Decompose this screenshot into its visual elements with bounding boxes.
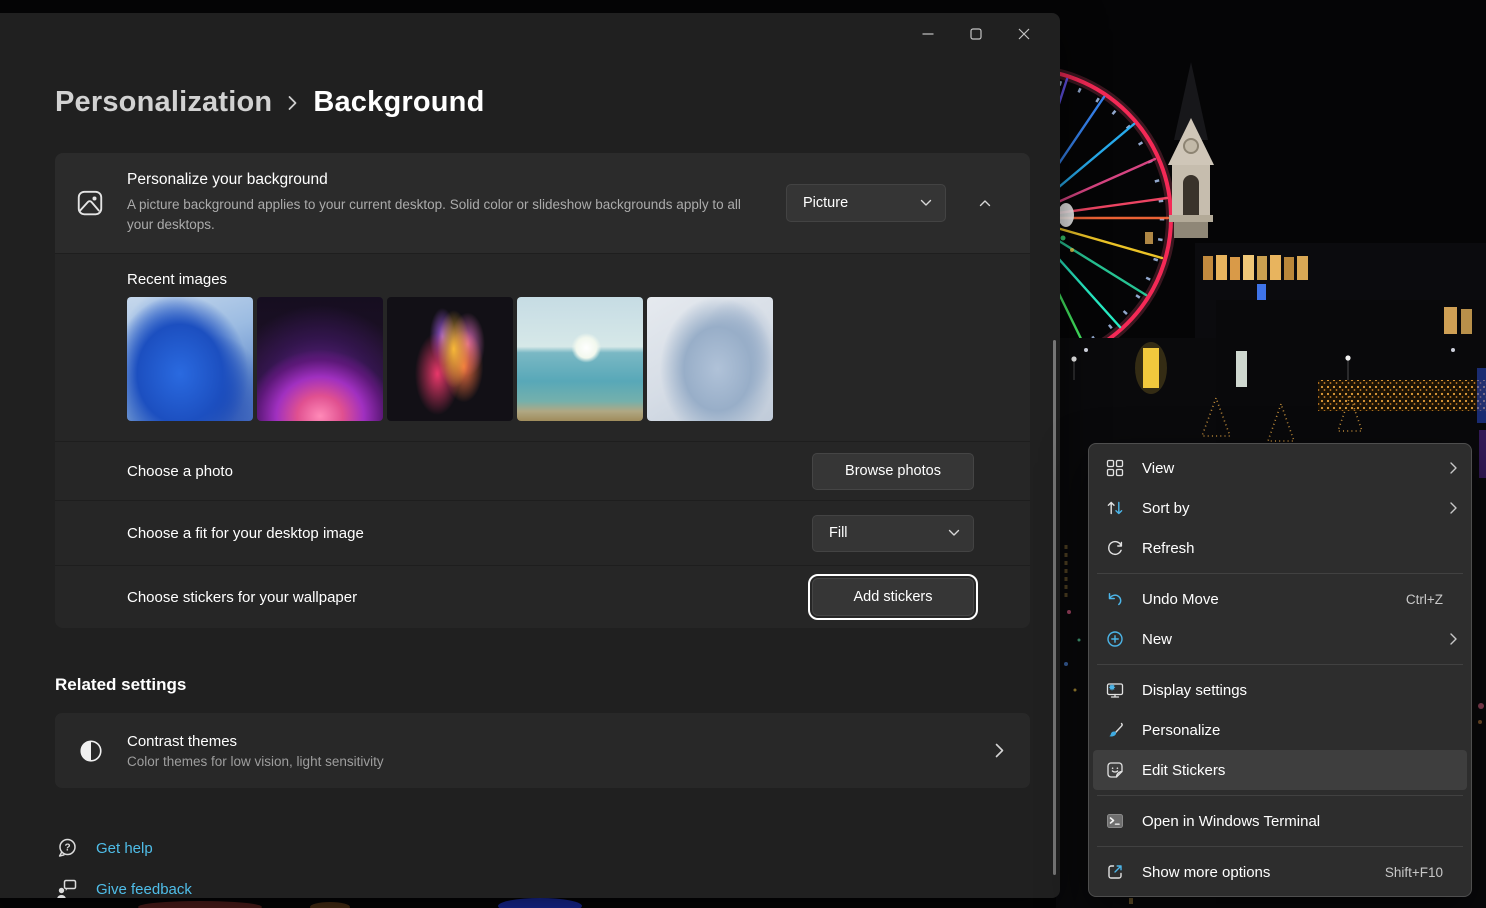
card-description: A picture background applies to your cur… [127, 195, 762, 236]
close-icon [1018, 28, 1030, 40]
menu-separator [1097, 795, 1463, 796]
menu-item-label: View [1142, 460, 1445, 477]
recent-images-label: Recent images [127, 271, 1030, 288]
help-bubble-icon: ? [55, 836, 79, 860]
recent-image-thumbnail-5[interactable] [647, 297, 773, 421]
chevron-down-icon [948, 529, 960, 537]
menu-item-shortcut: Shift+F10 [1385, 865, 1443, 880]
fit-dropdown[interactable]: Fill [812, 515, 974, 552]
menu-item-label: New [1142, 631, 1445, 648]
menu-item-shortcut: Ctrl+Z [1406, 592, 1443, 607]
menu-item-label: Display settings [1142, 682, 1457, 699]
feedback-icon [55, 877, 79, 901]
choose-photo-row: Choose a photo Browse photos [55, 441, 1030, 500]
new-plus-icon [1105, 629, 1125, 649]
sticker-icon [1105, 760, 1125, 780]
collapse-card-button[interactable] [970, 188, 1000, 218]
menu-item-new[interactable]: New [1093, 619, 1467, 659]
chevron-down-icon [920, 199, 932, 207]
desktop-context-menu: View Sort by Refresh [1088, 443, 1472, 897]
terminal-icon [1105, 811, 1125, 831]
give-feedback-link[interactable]: Give feedback [55, 877, 192, 901]
choose-photo-label: Choose a photo [127, 463, 233, 480]
menu-item-show-more-options[interactable]: Show more options Shift+F10 [1093, 852, 1467, 892]
minimize-icon [922, 28, 934, 40]
show-more-icon [1105, 862, 1125, 882]
contrast-themes-title: Contrast themes [127, 733, 995, 750]
choose-fit-row: Choose a fit for your desktop image Fill [55, 500, 1030, 565]
get-help-label: Get help [96, 840, 153, 857]
get-help-link[interactable]: ? Get help [55, 836, 153, 860]
page-title: Background [313, 86, 484, 119]
vertical-scrollbar[interactable] [1053, 340, 1056, 875]
menu-item-label: Edit Stickers [1142, 762, 1457, 779]
give-feedback-label: Give feedback [96, 881, 192, 898]
menu-item-display-settings[interactable]: Display settings [1093, 670, 1467, 710]
related-settings-heading: Related settings [55, 675, 186, 695]
contrast-icon [78, 738, 104, 764]
submenu-chevron-icon [1450, 633, 1457, 645]
personalize-background-header: Personalize your background A picture ba… [55, 153, 1030, 253]
settings-window: Personalization Background Personalize y… [0, 13, 1060, 898]
menu-item-open-windows-terminal[interactable]: Open in Windows Terminal [1093, 801, 1467, 841]
maximize-button[interactable] [952, 15, 1000, 53]
breadcrumb-chevron-icon [287, 94, 298, 112]
submenu-chevron-icon [1450, 502, 1457, 514]
chevron-up-icon [979, 199, 991, 207]
minimize-button[interactable] [904, 15, 952, 53]
choose-stickers-label: Choose stickers for your wallpaper [127, 589, 357, 606]
choose-fit-label: Choose a fit for your desktop image [127, 525, 364, 542]
refresh-icon [1105, 538, 1125, 558]
recent-image-thumbnail-1[interactable] [127, 297, 253, 421]
menu-item-sort-by[interactable]: Sort by [1093, 488, 1467, 528]
menu-item-refresh[interactable]: Refresh [1093, 528, 1467, 568]
submenu-chevron-icon [1450, 462, 1457, 474]
breadcrumb-root[interactable]: Personalization [55, 86, 272, 119]
recent-image-thumbnail-3[interactable] [387, 297, 513, 421]
menu-item-label: Show more options [1142, 864, 1385, 881]
add-stickers-button[interactable]: Add stickers [812, 578, 974, 616]
paintbrush-icon [1105, 720, 1125, 740]
undo-icon [1105, 589, 1125, 609]
menu-item-edit-stickers[interactable]: Edit Stickers [1093, 750, 1467, 790]
close-button[interactable] [1000, 15, 1048, 53]
menu-item-label: Undo Move [1142, 591, 1406, 608]
recent-image-thumbnail-4[interactable] [517, 297, 643, 421]
menu-separator [1097, 664, 1463, 665]
sort-arrows-icon [1105, 498, 1125, 518]
menu-item-label: Sort by [1142, 500, 1445, 517]
svg-text:?: ? [64, 843, 70, 854]
card-title: Personalize your background [127, 171, 762, 189]
chevron-right-icon [995, 743, 1004, 758]
menu-item-undo-move[interactable]: Undo Move Ctrl+Z [1093, 579, 1467, 619]
menu-separator [1097, 846, 1463, 847]
contrast-themes-subtitle: Color themes for low vision, light sensi… [127, 754, 995, 769]
recent-image-thumbnail-2[interactable] [257, 297, 383, 421]
maximize-icon [970, 28, 982, 40]
menu-item-label: Refresh [1142, 540, 1457, 557]
string-lights [1318, 380, 1486, 411]
contrast-themes-card[interactable]: Contrast themes Color themes for low vis… [55, 713, 1030, 788]
browse-photos-button[interactable]: Browse photos [812, 453, 974, 490]
menu-item-view[interactable]: View [1093, 448, 1467, 488]
background-type-dropdown[interactable]: Picture [786, 184, 946, 222]
window-controls [904, 15, 1048, 53]
recent-images-section: Recent images [55, 253, 1030, 441]
menu-separator [1097, 573, 1463, 574]
display-settings-icon [1105, 680, 1125, 700]
background-type-value: Picture [803, 195, 848, 211]
menu-item-personalize[interactable]: Personalize [1093, 710, 1467, 750]
choose-stickers-row: Choose stickers for your wallpaper Add s… [55, 565, 1030, 628]
menu-item-label: Personalize [1142, 722, 1457, 739]
personalize-background-card: Personalize your background A picture ba… [55, 153, 1030, 628]
grid-view-icon [1105, 458, 1125, 478]
fit-dropdown-value: Fill [829, 525, 848, 541]
breadcrumb: Personalization Background [55, 86, 485, 119]
menu-item-label: Open in Windows Terminal [1142, 813, 1457, 830]
picture-icon [75, 188, 105, 218]
